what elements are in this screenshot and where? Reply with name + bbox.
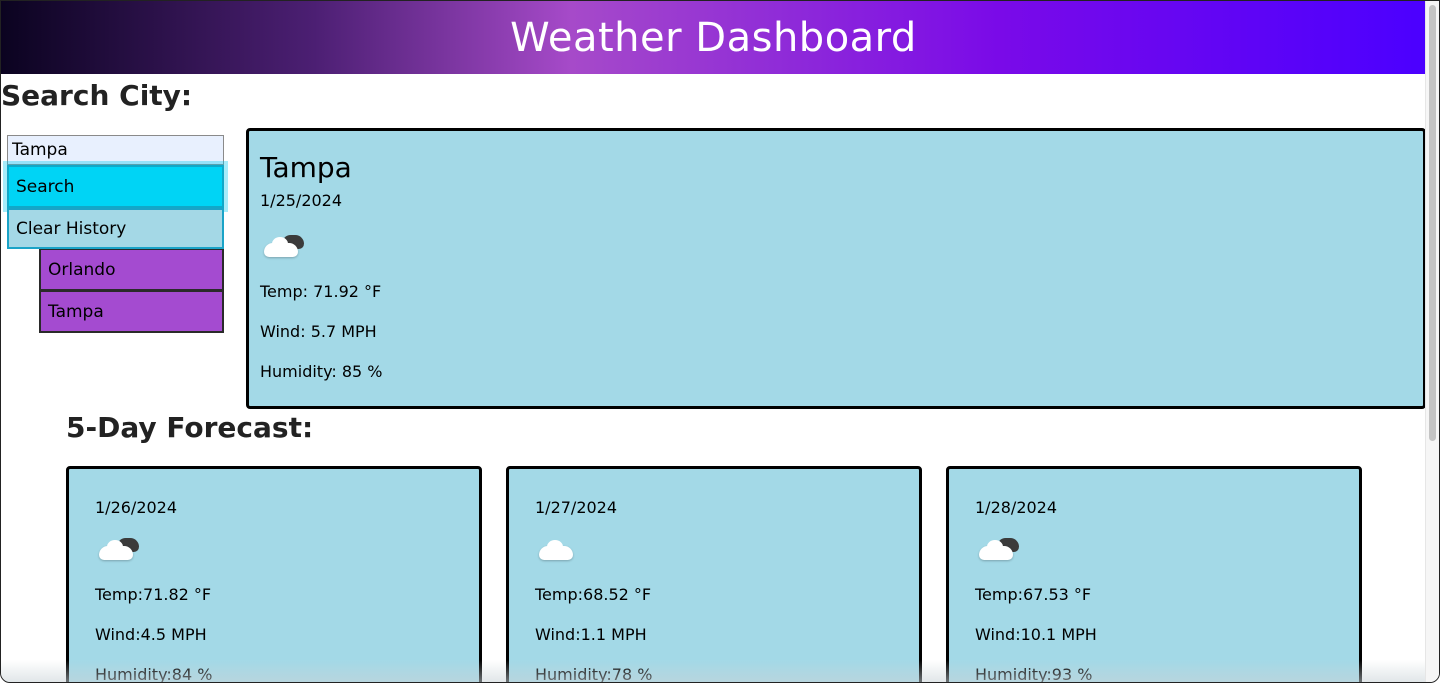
forecast-heading: 5-Day Forecast: <box>66 411 314 444</box>
forecast-wind: Wind:1.1 MPH <box>535 625 647 644</box>
current-city-name: Tampa <box>260 151 352 184</box>
current-wind: Wind: 5.7 MPH <box>260 322 377 341</box>
forecast-card: 1/26/2024 Temp:71.82 °F Wind:4.5 MPH Hum… <box>66 466 482 683</box>
current-humidity: Humidity: 85 % <box>260 362 383 381</box>
clear-history-button[interactable]: Clear History <box>7 208 224 249</box>
cloud-icon <box>95 536 141 566</box>
search-city-heading: Search City: <box>1 79 193 112</box>
page-header: Weather Dashboard <box>1 1 1426 74</box>
forecast-date: 1/28/2024 <box>975 498 1058 517</box>
forecast-card: 1/28/2024 Temp:67.53 °F Wind:10.1 MPH Hu… <box>946 466 1362 683</box>
forecast-humidity: Humidity:84 % <box>95 665 213 683</box>
city-search-input[interactable] <box>7 135 224 165</box>
cloud-icon <box>535 536 581 566</box>
cloud-icon <box>260 233 306 263</box>
cloud-icon <box>975 536 1021 566</box>
forecast-card: 1/27/2024 Temp:68.52 °F Wind:1.1 MPH Hum… <box>506 466 922 683</box>
scrollbar-thumb[interactable] <box>1429 5 1436 441</box>
vertical-scrollbar[interactable] <box>1425 1 1439 682</box>
current-date: 1/25/2024 <box>260 191 343 210</box>
history-item-tampa[interactable]: Tampa <box>39 291 224 333</box>
forecast-wind: Wind:4.5 MPH <box>95 625 207 644</box>
forecast-humidity: Humidity:78 % <box>535 665 653 683</box>
forecast-temp: Temp:67.53 °F <box>975 585 1092 604</box>
current-weather-card: Tampa 1/25/2024 Temp: 71.92 °F Wind: 5.7… <box>246 128 1426 409</box>
forecast-wind: Wind:10.1 MPH <box>975 625 1097 644</box>
history-item-orlando[interactable]: Orlando <box>39 249 224 291</box>
forecast-humidity: Humidity:93 % <box>975 665 1093 683</box>
forecast-temp: Temp:68.52 °F <box>535 585 652 604</box>
forecast-date: 1/27/2024 <box>535 498 618 517</box>
browser-viewport: Weather Dashboard Search City: Search Cl… <box>0 0 1440 683</box>
current-temp: Temp: 71.92 °F <box>260 282 382 301</box>
forecast-date: 1/26/2024 <box>95 498 178 517</box>
page-title: Weather Dashboard <box>510 14 917 61</box>
search-history-list: Orlando Tampa <box>39 249 224 333</box>
search-button[interactable]: Search <box>7 165 224 208</box>
forecast-temp: Temp:71.82 °F <box>95 585 212 604</box>
